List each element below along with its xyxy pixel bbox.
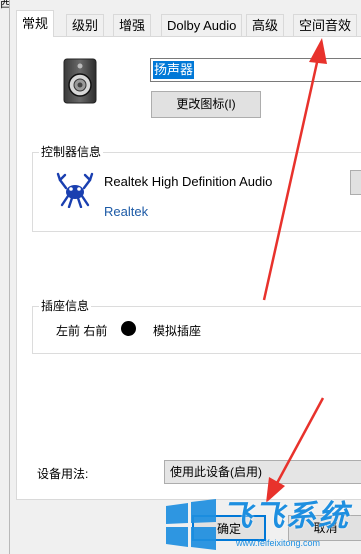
device-usage-label: 设备用法:: [37, 467, 89, 481]
tab-general[interactable]: 常规: [16, 10, 55, 37]
tab-strip: 常规 级别 增强 Dolby Audio 高级 空间音效: [16, 10, 361, 37]
watermark-windows-logo-icon: [166, 499, 216, 550]
device-name-text: 扬声器: [153, 61, 195, 79]
tab-dolby-audio[interactable]: Dolby Audio: [161, 14, 243, 36]
speaker-icon: [63, 58, 97, 104]
tab-enhancements[interactable]: 增强: [113, 14, 152, 36]
jack-position: 左前 右前: [56, 324, 108, 338]
watermark-url: www.feifeixitong.com: [236, 538, 321, 548]
window-edge: 西: [0, 0, 10, 554]
watermark-text: 飞飞系统: [222, 500, 350, 533]
tab-spatial-sound[interactable]: 空间音效: [293, 14, 358, 36]
controller-name: Realtek High Definition Audio: [104, 174, 273, 189]
controller-vendor-link[interactable]: Realtek: [104, 204, 148, 219]
device-usage-select[interactable]: 使用此设备(启用): [164, 460, 361, 484]
device-name-field[interactable]: 扬声器: [150, 58, 361, 82]
tab-levels[interactable]: 级别: [66, 14, 105, 36]
controller-info-legend: 控制器信息: [39, 144, 104, 160]
controller-properties-button[interactable]: [350, 170, 361, 195]
change-icon-button[interactable]: 更改图标(I): [151, 91, 261, 118]
tab-advanced[interactable]: 高级: [246, 14, 285, 36]
jack-color-dot: [121, 321, 136, 336]
realtek-crab-icon: [56, 172, 94, 208]
jack-type: 模拟插座: [153, 324, 202, 338]
window-edge-glyph: 西: [0, 0, 9, 9]
jack-info-legend: 插座信息: [39, 298, 92, 314]
